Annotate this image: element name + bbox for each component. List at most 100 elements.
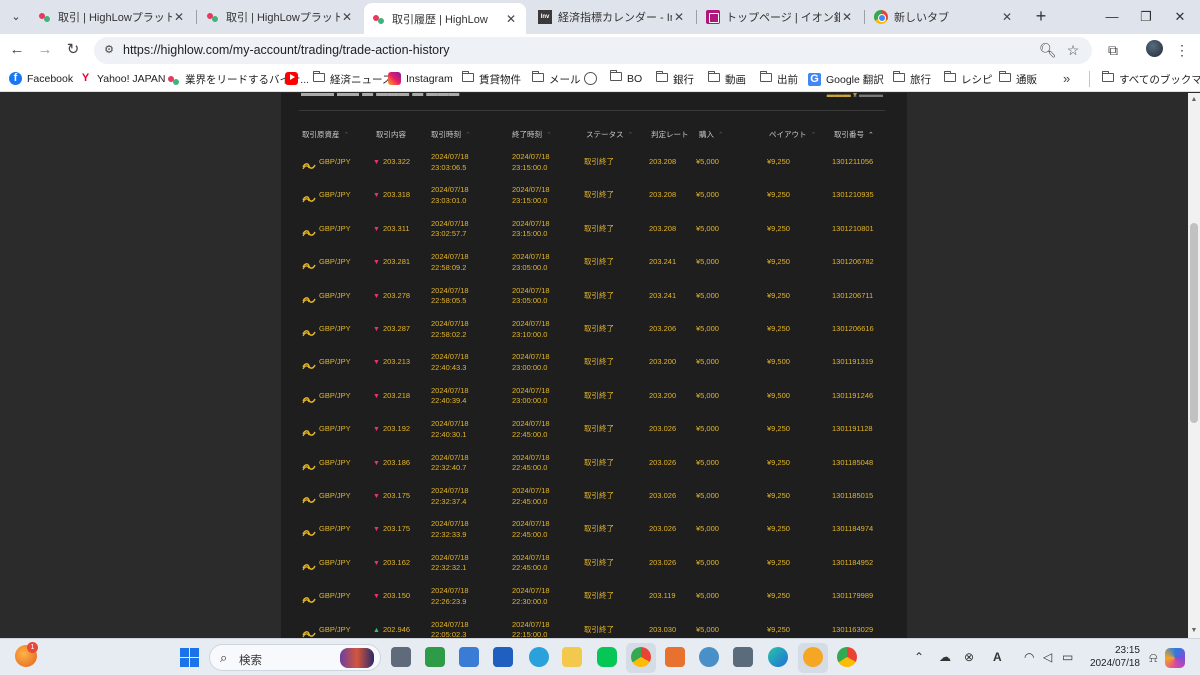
tab-investing[interactable]: Inv 経済指標カレンダー - Investing ✕ — [530, 4, 694, 30]
bookmark-folder-video[interactable]: 動画 — [707, 71, 746, 87]
table-row[interactable]: GBP/JPY ▼ 203.281 2024/07/18 22:58:09.2 2024/… — [281, 250, 907, 283]
line-app-icon[interactable] — [597, 647, 617, 667]
bookmark-folder-news[interactable]: 経済ニュース — [312, 71, 392, 87]
bookmark-folder-bank[interactable]: 銀行 — [655, 71, 694, 87]
tab-new-tab[interactable]: 新しいタブ ✕ — [866, 4, 1022, 30]
close-icon[interactable]: ✕ — [172, 10, 186, 24]
tab-highlow-2[interactable]: 取引 | HighLowプラットフォーム ✕ — [198, 4, 362, 30]
column-header[interactable]: 取引原資産 ⌃ — [302, 129, 349, 140]
copilot-icon[interactable] — [1165, 648, 1185, 668]
back-arrow-icon[interactable]: ← — [7, 40, 27, 60]
bookmark-google-translate[interactable]: G Google 翻訳 — [808, 72, 884, 87]
column-header[interactable]: 判定レート — [651, 129, 689, 140]
bookmark-globe[interactable] — [584, 72, 602, 85]
table-row[interactable]: GBP/JPY ▼ 203.162 2024/07/18 22:32:32.1 2024/… — [281, 551, 907, 584]
onedrive-icon[interactable]: ☁ — [939, 650, 951, 664]
scroll-up-icon[interactable]: ▲ — [1190, 96, 1198, 103]
close-icon[interactable]: ✕ — [504, 12, 518, 26]
toolbox-app-icon[interactable] — [665, 647, 685, 667]
column-header[interactable]: 取引時刻 ⌃ — [431, 129, 471, 140]
chevron-right-icon[interactable]: » — [1063, 71, 1070, 86]
url-text[interactable]: https://highlow.com/my-account/trading/t… — [123, 43, 450, 57]
tab-search-icon[interactable]: ⌄ — [6, 7, 26, 27]
taskbar-search[interactable]: ⌕ 検索 — [209, 644, 381, 671]
bookmark-instagram[interactable]: Instagram — [388, 72, 453, 85]
column-header[interactable]: ステータス ⌃ — [586, 129, 633, 140]
window-close-icon[interactable]: ✕ — [1170, 7, 1190, 27]
profile-avatar[interactable] — [1146, 40, 1163, 57]
table-row[interactable]: GBP/JPY ▼ 203.278 2024/07/18 22:58:05.5 2024/… — [281, 284, 907, 317]
extensions-icon[interactable]: ⧉ — [1104, 41, 1122, 59]
bookmark-folder-recipe[interactable]: レシピ — [943, 71, 993, 87]
windows-start-icon[interactable] — [180, 648, 199, 667]
security-app-icon[interactable] — [493, 647, 513, 667]
table-row[interactable]: GBP/JPY ▼ 203.318 2024/07/18 23:03:01.0 2024/… — [281, 183, 907, 216]
taskbar-clock[interactable]: 23:15 2024/07/18 — [1084, 644, 1140, 670]
telegram-icon[interactable] — [529, 647, 549, 667]
close-icon[interactable]: ✕ — [840, 10, 854, 24]
close-icon[interactable]: ✕ — [340, 10, 354, 24]
bookmark-star-icon[interactable]: ☆ — [1065, 42, 1081, 58]
tray-close-icon[interactable]: ⊗ — [964, 650, 974, 664]
table-row[interactable]: GBP/JPY ▼ 203.192 2024/07/18 22:40:30.1 2024/… — [281, 417, 907, 450]
bookmark-folder-mail[interactable]: メール — [531, 71, 581, 87]
chevron-up-icon[interactable]: ⌃ — [914, 650, 924, 664]
wifi-icon[interactable]: ◠ — [1024, 650, 1034, 664]
stock-app-icon[interactable] — [425, 647, 445, 667]
table-row[interactable]: GBP/JPY ▼ 203.175 2024/07/18 22:32:37.4 2024/… — [281, 484, 907, 517]
utility-app-icon[interactable] — [733, 647, 753, 667]
restore-icon[interactable]: ❐ — [1136, 7, 1156, 27]
new-tab-button[interactable]: + — [1031, 7, 1051, 27]
tab-highlow-1[interactable]: 取引 | HighLowプラットフォーム ✕ — [30, 4, 194, 30]
zoom-icon[interactable]: 🔍︎ — [1039, 42, 1057, 58]
close-icon[interactable]: ✕ — [672, 10, 686, 24]
table-row[interactable]: GBP/JPY ▼ 203.175 2024/07/18 22:32:33.9 2024/… — [281, 517, 907, 550]
download-icon[interactable]: ⤓ ▬▬▬ — [853, 93, 883, 100]
address-bar[interactable]: ⚙ https://highlow.com/my-account/trading… — [94, 37, 1092, 64]
table-row[interactable]: GBP/JPY ▼ 203.213 2024/07/18 22:40:43.3 2024/… — [281, 350, 907, 383]
bookmark-youtube[interactable] — [285, 72, 303, 85]
chrome-profile-icon[interactable] — [837, 647, 857, 667]
highlow-app-icon[interactable] — [803, 647, 823, 667]
forward-arrow-icon[interactable]: → — [35, 40, 55, 60]
scrollbar-thumb[interactable] — [1190, 223, 1198, 423]
adobe-icon[interactable]: A — [993, 650, 1002, 664]
bell-icon[interactable]: ⍾ — [1149, 650, 1158, 666]
file-explorer-icon[interactable] — [562, 647, 582, 667]
reload-icon[interactable]: ↻ — [63, 40, 83, 60]
scroll-down-icon[interactable]: ▼ — [1190, 627, 1198, 634]
menu-icon[interactable]: ⋮ — [1173, 41, 1191, 59]
table-row[interactable]: GBP/JPY ▼ 203.311 2024/07/18 23:02:57.7 2024/… — [281, 217, 907, 250]
bookmark-yahoo[interactable]: Y Yahoo! JAPAN — [79, 72, 166, 85]
column-header[interactable]: ペイアウト ⌃ — [769, 129, 816, 140]
table-row[interactable]: GBP/JPY ▼ 203.218 2024/07/18 22:40:39.4 2024/… — [281, 384, 907, 417]
volume-icon[interactable]: ◁ — [1043, 650, 1052, 664]
table-row[interactable]: GBP/JPY ▲ 202.946 2024/07/18 22:05:02.3 2024/… — [281, 618, 907, 638]
bookmark-folder-travel[interactable]: 旅行 — [892, 71, 931, 87]
bookmark-folder-bo[interactable]: BO — [609, 70, 642, 85]
page-scrollbar[interactable]: ▲ ▼ — [1188, 93, 1200, 638]
table-row[interactable]: GBP/JPY ▼ 203.150 2024/07/18 22:26:23.9 2024/… — [281, 584, 907, 617]
bookmark-folder-delivery[interactable]: 出前 — [759, 71, 798, 87]
tab-aeon-bank[interactable]: トップページ | イオン銀行ダイレクト ✕ — [698, 4, 862, 30]
globe-app-icon[interactable] — [699, 647, 719, 667]
column-header[interactable]: 購入 ⌃ — [699, 129, 724, 140]
column-header[interactable]: 取引番号 ⌃ — [834, 129, 874, 140]
table-row[interactable]: GBP/JPY ▼ 203.287 2024/07/18 22:58:02.2 2024/… — [281, 317, 907, 350]
chrome-taskbar-icon[interactable] — [631, 647, 651, 667]
task-view-icon[interactable] — [391, 647, 411, 667]
site-settings-icon[interactable]: ⚙ — [102, 43, 116, 57]
battery-icon[interactable]: ▭ — [1062, 650, 1073, 664]
column-header[interactable]: 終了時刻 ⌃ — [512, 129, 552, 140]
bookmark-folder-shopping[interactable]: 通販 — [998, 71, 1037, 87]
close-icon[interactable]: ✕ — [1000, 10, 1014, 24]
edge-icon[interactable] — [768, 647, 788, 667]
column-header[interactable]: 取引内容 — [376, 129, 406, 140]
tab-trade-history[interactable]: 取引履歴 | HighLow ✕ — [364, 3, 526, 34]
bookmark-all-folder[interactable]: すべてのブックマーク — [1101, 71, 1200, 87]
bookmark-facebook[interactable]: f Facebook — [9, 72, 73, 85]
minimize-icon[interactable]: — — [1102, 7, 1122, 27]
table-row[interactable]: GBP/JPY ▼ 203.186 2024/07/18 22:32:40.7 2024/… — [281, 451, 907, 484]
calendar-app-icon[interactable] — [459, 647, 479, 667]
table-row[interactable]: GBP/JPY ▼ 203.322 2024/07/18 23:03:06.5 2024/… — [281, 150, 907, 183]
